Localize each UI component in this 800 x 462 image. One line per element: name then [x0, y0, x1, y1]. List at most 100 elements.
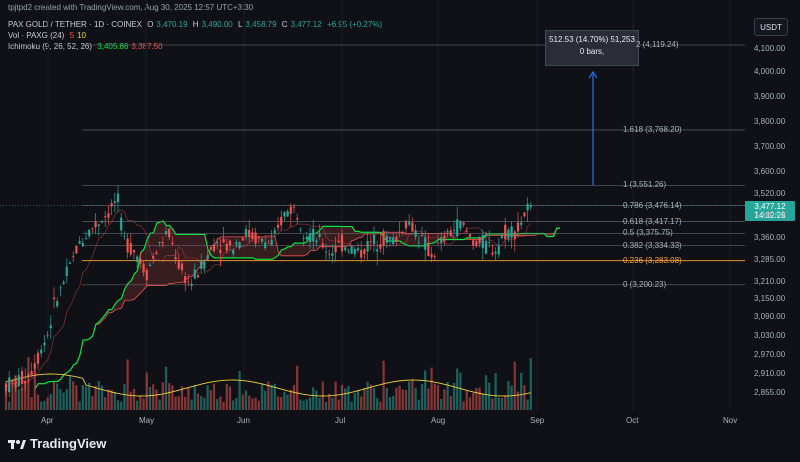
candle-body [504, 224, 507, 240]
candle-body [30, 371, 33, 375]
candle-body [145, 270, 148, 281]
volume-bar [491, 398, 494, 410]
volume-bar [468, 397, 472, 410]
candle-body [46, 334, 49, 336]
volume-bar [56, 383, 59, 410]
volume-bar [132, 388, 136, 410]
fib-label-0.618: 0.618 (3,417.17) [623, 216, 682, 226]
volume-bar [296, 365, 299, 410]
volume-bar [376, 398, 379, 410]
candle-body [478, 237, 481, 244]
candle-body [395, 236, 398, 243]
candle-body [110, 203, 113, 207]
time-tick-label: Aug [431, 416, 446, 425]
volume-bar [225, 383, 228, 410]
fib-label-0.236: 0.236 (3,283.08) [623, 255, 682, 265]
volume-bar [420, 384, 424, 410]
candle-body [49, 325, 52, 329]
volume-bar [216, 399, 219, 410]
price-tick-label: 2,910.00 [754, 369, 786, 378]
candle-body [312, 228, 315, 242]
fib-label-1.618: 1.618 (3,768.20) [623, 124, 682, 134]
volume-bar [369, 384, 372, 410]
candle-body [289, 206, 292, 214]
candle-body [366, 240, 369, 252]
volume-bar [116, 400, 120, 410]
volume-bar [481, 394, 484, 410]
candle-body [344, 247, 347, 251]
volume-bar [190, 399, 193, 410]
candle-body [500, 236, 504, 239]
candle-body [107, 213, 110, 218]
volume-bar [244, 390, 248, 410]
volume-bar [110, 389, 113, 410]
volume-bar [529, 358, 532, 410]
volume-bar [347, 386, 350, 410]
volume-bar [299, 399, 302, 410]
fib-label-2: 2 (4,119.24) [636, 40, 679, 49]
volume-bar [107, 389, 110, 410]
candle-body [286, 211, 289, 217]
candle-body [161, 242, 164, 244]
volume-bar [504, 395, 507, 410]
candle-body [523, 212, 526, 217]
volume-bar [94, 385, 97, 410]
volume-bar [184, 396, 187, 410]
candle-body [350, 245, 353, 254]
candle-body [401, 232, 404, 234]
volume-bar [449, 395, 452, 410]
price-tick-label: 4,100.00 [754, 44, 786, 53]
candle-body [417, 242, 420, 244]
volume-bar [8, 401, 11, 410]
price-tick-label: 3,600.00 [754, 167, 786, 176]
candle-body [94, 221, 97, 228]
price-chart[interactable] [0, 0, 800, 462]
candle-body [516, 222, 520, 232]
volume-bar [65, 389, 68, 410]
volume-bar [62, 392, 65, 410]
candle-body [158, 241, 161, 244]
candle-body [17, 375, 20, 387]
volume-bar [174, 396, 177, 410]
candle-body [328, 254, 331, 255]
candle-body [507, 229, 510, 240]
candle-body [360, 250, 363, 258]
candle-body [120, 217, 123, 231]
candle-body [446, 231, 449, 233]
volume-bar [484, 375, 488, 410]
candle-body [142, 263, 145, 273]
time-tick-label: Nov [723, 416, 738, 425]
candle-body [75, 245, 78, 254]
candle-body [430, 254, 433, 258]
volume-bar [328, 393, 331, 410]
volume-bar [497, 397, 500, 410]
volume-bar [264, 390, 267, 410]
candle-body [136, 256, 139, 263]
candle-body [462, 222, 465, 225]
candle-body [436, 242, 440, 244]
volume-bar [286, 394, 289, 410]
candle-body [356, 248, 360, 251]
candle-body [526, 203, 529, 211]
volume-bar [324, 401, 328, 410]
volume-bar [398, 385, 401, 410]
candle-body [280, 216, 283, 226]
candle-body [78, 241, 81, 244]
volume-bar [200, 396, 203, 410]
time-tick-label: Sep [530, 416, 545, 425]
volume-bar [260, 383, 264, 410]
time-tick-label: Jun [237, 416, 250, 425]
candle-body [68, 262, 72, 264]
volume-bar [417, 399, 420, 410]
candle-body [148, 264, 152, 267]
volume-bar [113, 391, 116, 410]
candle-body [296, 218, 299, 220]
price-tick-label: 4,000.00 [754, 67, 786, 76]
candle-body [129, 243, 132, 255]
candle-body [72, 255, 75, 257]
volume-bar [459, 372, 462, 410]
volume-bar [206, 385, 209, 410]
fib-label-0.786: 0.786 (3,476.14) [623, 200, 682, 210]
candle-body [203, 261, 206, 269]
fib-label-0: 0 (3,200.23) [623, 279, 667, 289]
